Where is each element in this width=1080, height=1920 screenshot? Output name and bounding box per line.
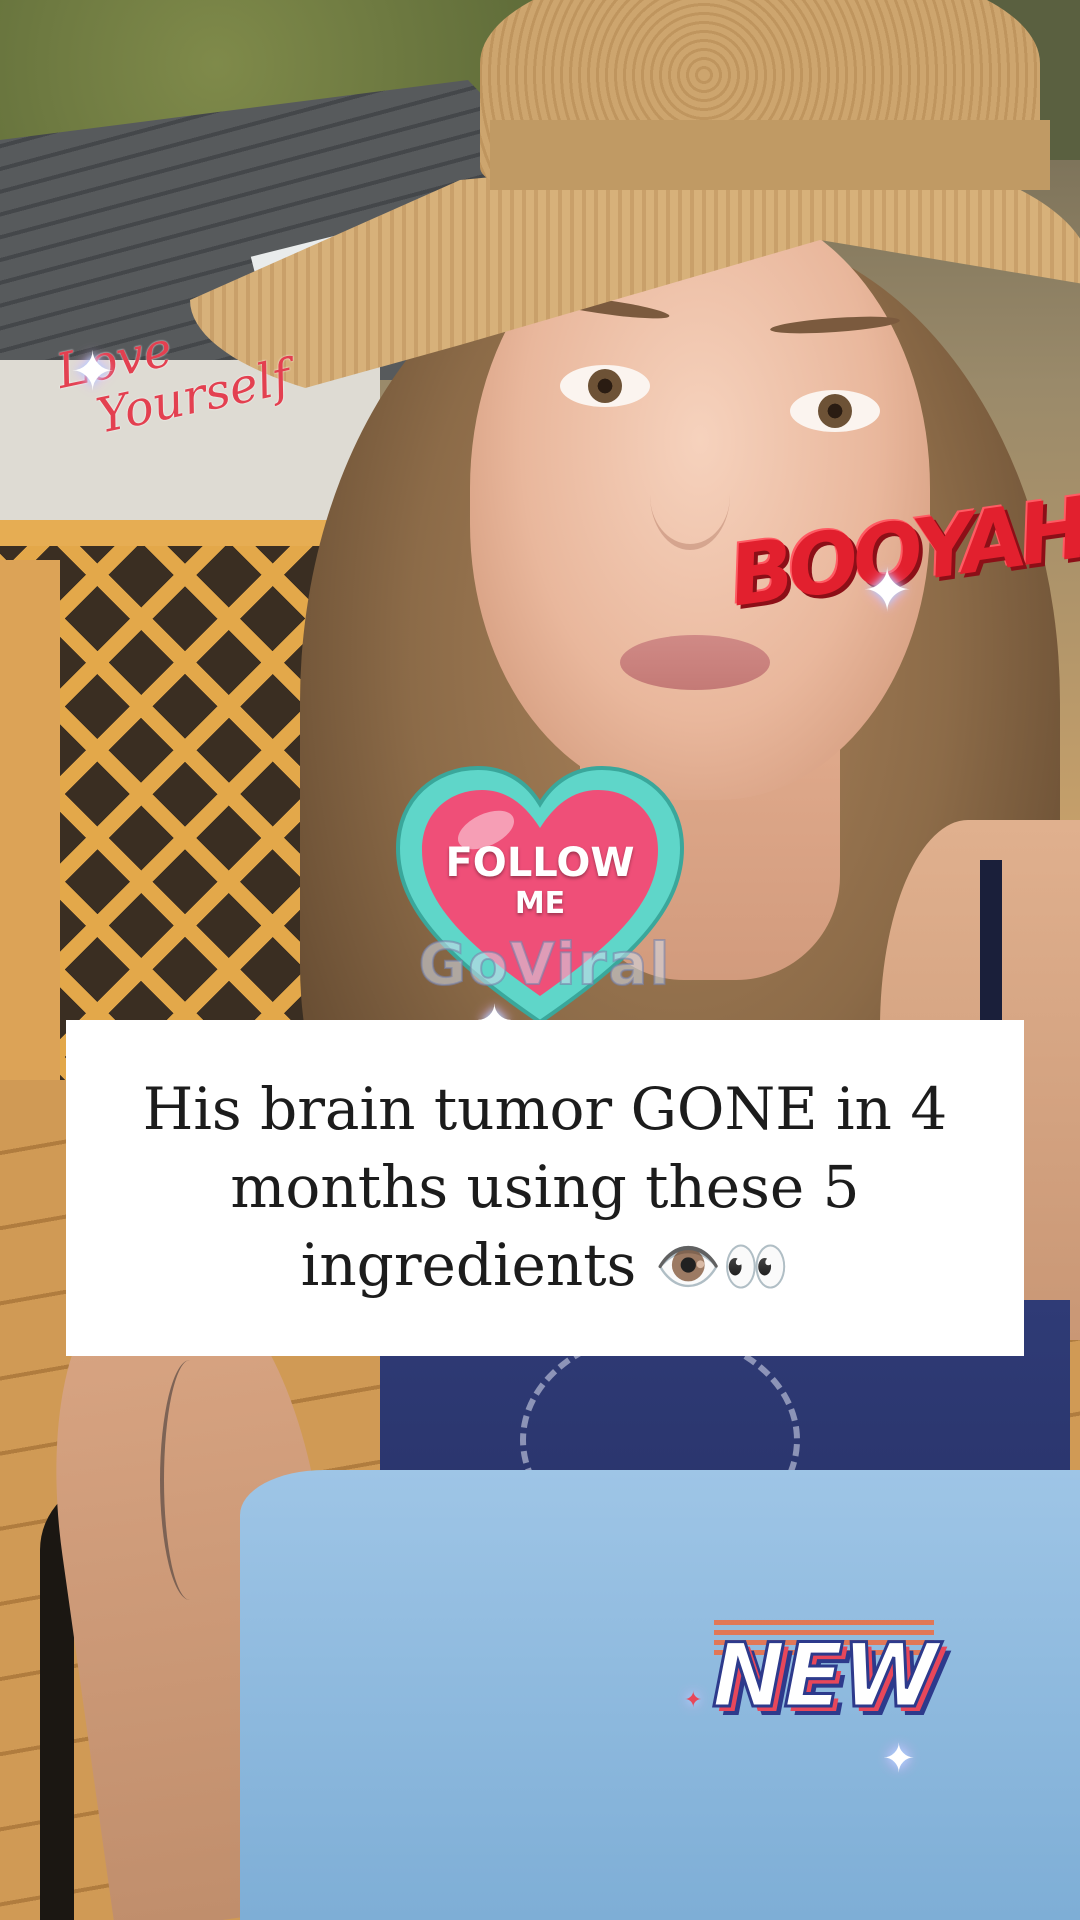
sparkle-icon: ✦: [882, 1736, 916, 1782]
new-sticker: NEW: [700, 1620, 950, 1740]
sparkle-icon: ✦: [684, 1688, 703, 1713]
follow-me-line1: FOLLOW: [445, 840, 635, 886]
follow-me-text: FOLLOW ME: [390, 840, 690, 922]
caption-line: His brain tumor GONE in 4 months using t…: [142, 1075, 948, 1299]
new-sticker-text: NEW: [711, 1623, 941, 1729]
goviral-watermark: GoViral: [418, 929, 672, 999]
person-shorts: [240, 1470, 1080, 1920]
sparkle-icon: ✦: [70, 340, 116, 403]
person-eye-right: [790, 390, 880, 432]
eyes-emoji-icon: 👁️👀: [654, 1235, 790, 1298]
person-tattoo: [160, 1360, 220, 1600]
person-eye-left: [560, 365, 650, 407]
caption-text: His brain tumor GONE in 4 months using t…: [106, 1070, 984, 1306]
person-hat-band: [490, 120, 1050, 190]
caption-box: His brain tumor GONE in 4 months using t…: [66, 1020, 1024, 1356]
follow-me-line2: ME: [514, 886, 566, 921]
person-nose: [650, 440, 730, 550]
sparkle-icon: ✦: [862, 556, 913, 626]
